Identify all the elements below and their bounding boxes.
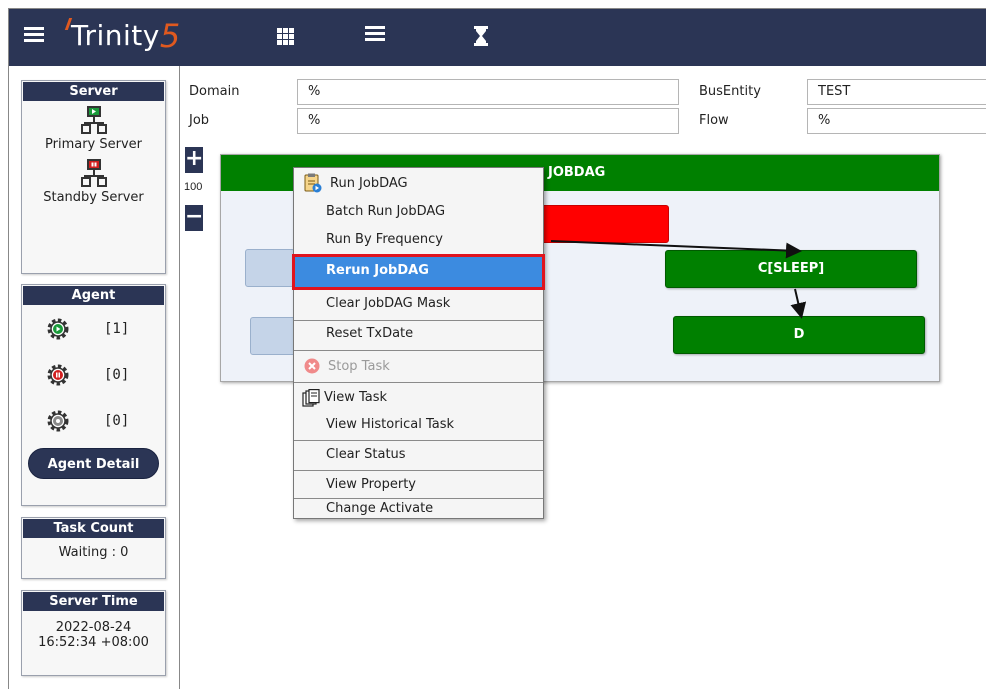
menu-view-historical[interactable]: View Historical Task bbox=[294, 412, 543, 440]
standby-server-label: Standby Server bbox=[43, 190, 144, 205]
menu-clear-status[interactable]: Clear Status bbox=[294, 440, 543, 470]
menu-run-by-frequency[interactable]: Run By Frequency bbox=[294, 226, 543, 254]
zoom-level: 100 bbox=[184, 181, 203, 193]
busentity-input[interactable]: TEST bbox=[807, 79, 986, 105]
stop-icon bbox=[304, 358, 320, 374]
clipboard-run-icon bbox=[304, 173, 322, 193]
server-date: 2022-08-24 bbox=[55, 620, 132, 635]
task-count-title: Task Count bbox=[23, 519, 164, 538]
agent-panel-title: Agent bbox=[23, 286, 164, 305]
menu-view-property-label: View Property bbox=[326, 477, 416, 492]
menu-change-activate-label: Change Activate bbox=[326, 501, 434, 516]
agent-stopped-count: [0] bbox=[104, 367, 130, 383]
menu-run-jobdag-label: Run JobDAG bbox=[330, 176, 408, 191]
primary-server-label: Primary Server bbox=[45, 137, 142, 152]
menu-batch-run[interactable]: Batch Run JobDAG bbox=[294, 198, 543, 226]
list-icon[interactable] bbox=[365, 26, 385, 46]
task-count-panel: Task Count Waiting : 0 bbox=[21, 517, 166, 579]
waiting-count: Waiting : 0 bbox=[58, 545, 129, 560]
job-label: Job bbox=[189, 113, 210, 128]
menu-clear-mask-label: Clear JobDAG Mask bbox=[326, 296, 451, 311]
server-time: 16:52:34 +08:00 bbox=[38, 635, 149, 650]
menu-view-task[interactable]: View Task bbox=[294, 382, 543, 412]
agent-idle-row: [0] bbox=[22, 398, 165, 444]
agent-panel: Agent [1] [0] [0] Agent Detail bbox=[21, 284, 166, 506]
logo-number: 5 bbox=[159, 17, 181, 55]
app-window: Trinity 5 Server Primary Server Standby … bbox=[8, 8, 986, 689]
menu-stop-task[interactable]: Stop Task bbox=[294, 350, 543, 382]
server-time-value: 2022-08-24 16:52:34 +08:00 bbox=[22, 612, 165, 650]
menu-reset-txdate[interactable]: Reset TxDate bbox=[294, 320, 543, 350]
job-input[interactable]: % bbox=[297, 108, 679, 134]
menu-run-jobdag[interactable]: Run JobDAG bbox=[294, 168, 543, 198]
menu-change-activate[interactable]: Change Activate bbox=[294, 498, 543, 520]
menu-batch-run-label: Batch Run JobDAG bbox=[326, 204, 446, 219]
domain-input[interactable]: % bbox=[297, 79, 679, 105]
top-bar: Trinity 5 bbox=[9, 9, 986, 66]
menu-rerun-jobdag-label: Rerun JobDAG bbox=[326, 263, 429, 278]
server-time-title: Server Time bbox=[23, 592, 164, 611]
gear-idle-icon bbox=[47, 410, 69, 432]
menu-clear-status-label: Clear Status bbox=[326, 447, 406, 462]
documents-icon bbox=[302, 389, 320, 407]
network-server-icon bbox=[80, 106, 107, 134]
logo-text: Trinity bbox=[71, 19, 160, 52]
server-time-panel: Server Time 2022-08-24 16:52:34 +08:00 bbox=[21, 590, 166, 676]
hourglass-icon[interactable] bbox=[471, 26, 491, 46]
agent-detail-button[interactable]: Agent Detail bbox=[28, 448, 159, 479]
menu-reset-txdate-label: Reset TxDate bbox=[326, 326, 414, 341]
server-panel: Server Primary Server Standby Server bbox=[21, 80, 166, 274]
server-panel-title: Server bbox=[23, 82, 164, 101]
gear-play-icon bbox=[47, 318, 69, 340]
menu-stop-task-label: Stop Task bbox=[328, 359, 390, 374]
domain-label: Domain bbox=[189, 84, 240, 99]
hamburger-icon[interactable] bbox=[24, 27, 44, 47]
menu-view-property[interactable]: View Property bbox=[294, 470, 543, 498]
zoom-out-button[interactable]: − bbox=[185, 205, 203, 231]
network-server-icon bbox=[80, 159, 107, 187]
menu-rerun-jobdag[interactable]: Rerun JobDAG bbox=[292, 254, 545, 290]
menu-clear-mask[interactable]: Clear JobDAG Mask bbox=[294, 290, 543, 318]
agent-running-count: [1] bbox=[104, 321, 130, 337]
agent-running-row: [1] bbox=[22, 306, 165, 352]
menu-view-task-label: View Task bbox=[324, 390, 388, 405]
app-logo: Trinity 5 bbox=[64, 16, 181, 56]
gear-stop-icon bbox=[47, 364, 69, 386]
flow-label: Flow bbox=[699, 113, 729, 128]
flow-input[interactable]: % bbox=[807, 108, 986, 134]
agent-idle-count: [0] bbox=[104, 413, 130, 429]
menu-run-by-frequency-label: Run By Frequency bbox=[326, 232, 443, 247]
edge-c-d bbox=[790, 288, 807, 319]
grid-icon[interactable] bbox=[277, 26, 297, 46]
agent-stopped-row: [0] bbox=[22, 352, 165, 398]
zoom-in-button[interactable]: + bbox=[185, 147, 203, 173]
edge-a-c bbox=[550, 240, 802, 259]
sidebar: Server Primary Server Standby Server Age… bbox=[9, 66, 183, 689]
context-menu: Run JobDAG Batch Run JobDAG Run By Frequ… bbox=[292, 167, 545, 520]
busentity-label: BusEntity bbox=[699, 84, 761, 99]
primary-server[interactable]: Primary Server bbox=[22, 105, 165, 152]
standby-server[interactable]: Standby Server bbox=[22, 158, 165, 205]
menu-view-historical-label: View Historical Task bbox=[326, 417, 455, 432]
